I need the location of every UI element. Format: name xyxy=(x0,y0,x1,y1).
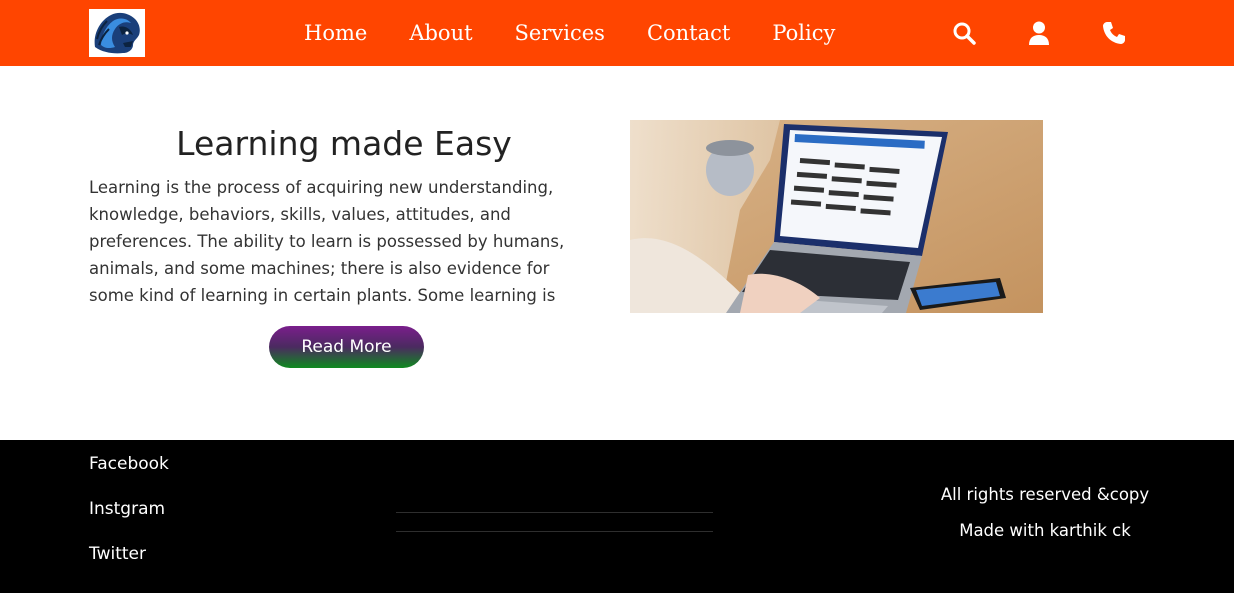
footer-divider xyxy=(396,512,713,513)
nav-about[interactable]: About xyxy=(409,21,472,45)
lion-head-logo-icon xyxy=(94,12,140,54)
read-more-button[interactable]: Read More xyxy=(269,326,424,368)
hero-title: Learning made Easy xyxy=(176,124,512,163)
nav-services[interactable]: Services xyxy=(515,21,605,45)
footer-divider xyxy=(396,531,713,532)
hero-paragraph: Learning is the process of acquiring new… xyxy=(89,178,565,305)
footer-link-instagram[interactable]: Instgram xyxy=(89,499,165,519)
logo[interactable] xyxy=(89,9,145,57)
nav-policy[interactable]: Policy xyxy=(772,21,835,45)
phone-icon xyxy=(1103,22,1125,44)
main-nav: Home About Services Contact Policy xyxy=(283,0,856,66)
nav-home[interactable]: Home xyxy=(304,21,367,45)
phone-button[interactable] xyxy=(1098,17,1130,49)
made-with-text: Made with karthik ck xyxy=(959,521,1131,540)
hero-image xyxy=(630,120,1043,313)
copyright-text: All rights reserved &copy xyxy=(940,485,1150,504)
laptop-learning-photo xyxy=(630,120,1043,313)
search-icon xyxy=(953,22,976,45)
account-button[interactable] xyxy=(1023,17,1055,49)
footer-link-facebook[interactable]: Facebook xyxy=(89,454,169,474)
footer: Facebook Instgram Twitter All rights res… xyxy=(0,440,1234,593)
footer-link-twitter[interactable]: Twitter xyxy=(89,544,146,564)
hero-text-block: Learning made Easy Learning is the proce… xyxy=(89,120,599,309)
user-icon xyxy=(1029,21,1049,45)
top-navbar: Home About Services Contact Policy xyxy=(0,0,1234,66)
nav-icon-group xyxy=(948,16,1130,50)
nav-contact[interactable]: Contact xyxy=(647,21,730,45)
search-button[interactable] xyxy=(948,17,980,49)
